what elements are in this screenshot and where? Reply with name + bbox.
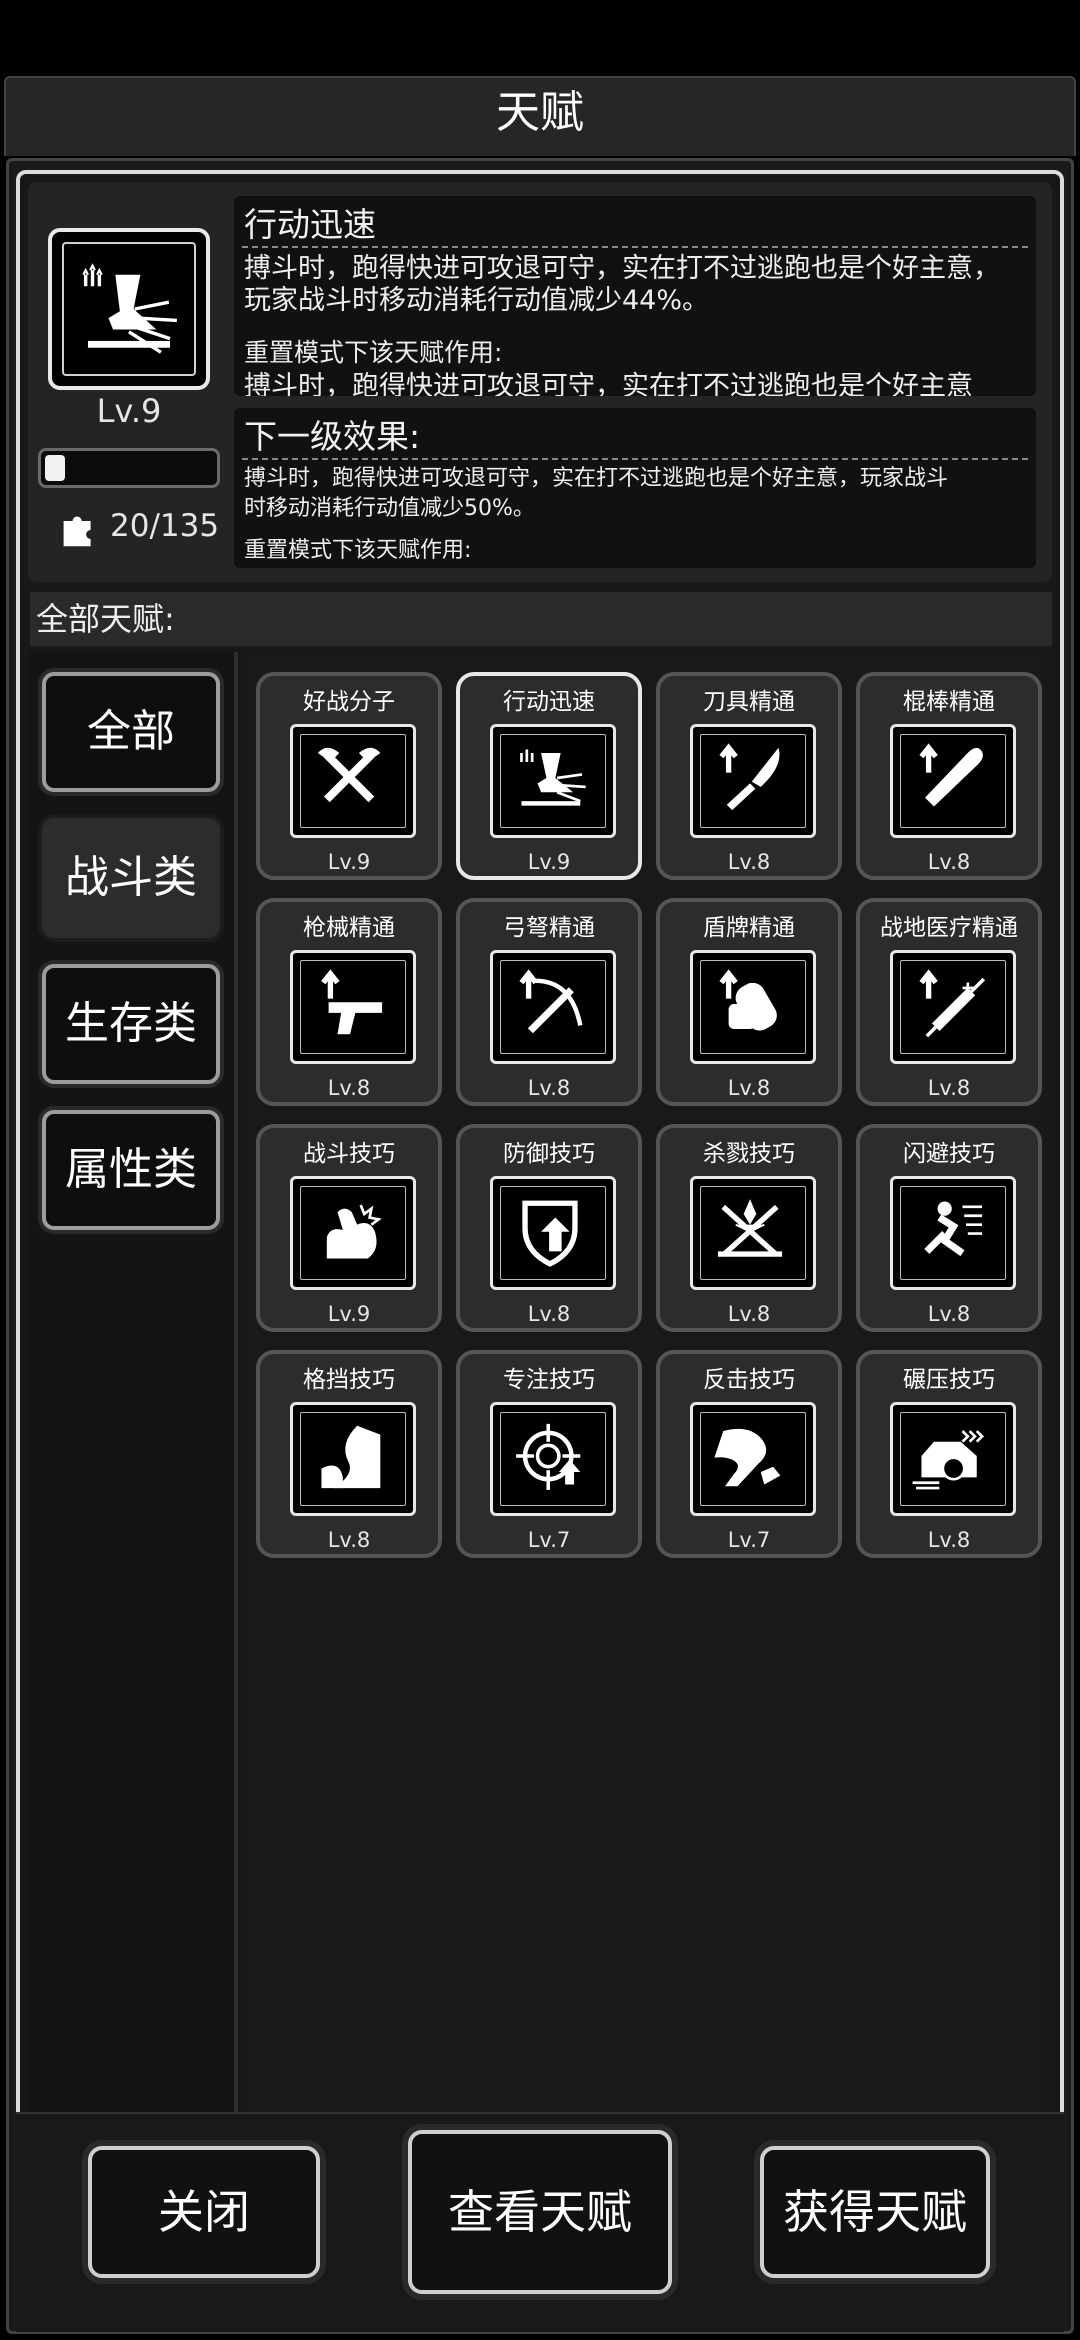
club-upgrade-icon (890, 724, 1016, 838)
tab-survival[interactable]: 生存类 (42, 964, 220, 1084)
obtain-talent-button[interactable]: 获得天赋 (760, 2146, 990, 2278)
talent-level: Lv.8 (527, 1302, 571, 1326)
desc-line (244, 322, 1026, 332)
talent-level: Lv.8 (727, 1302, 771, 1326)
talent-level: Lv.8 (927, 850, 971, 874)
next-line (244, 528, 1026, 532)
desc-line: 搏斗时，跑得快进可攻退可守，实在打不过逃跑也是个好主意 (244, 371, 973, 396)
crossbow-upgrade-icon (490, 950, 616, 1064)
crossed-swords-icon (690, 1176, 816, 1290)
talent-description: 行动迅速 搏斗时，跑得快进可攻退可守，实在打不过逃跑也是个好主意， 玩家战斗时移… (234, 196, 1036, 396)
talent-grid: 好战分子 Lv.9 行动迅速 Lv.9 刀具精通 Lv.8 棍棒精通 Lv.8 枪械精通 Lv.8… (244, 652, 1044, 2112)
talent-card[interactable]: 反击技巧 Lv.7 (656, 1350, 842, 1558)
talent-level: Lv.7 (727, 1528, 771, 1552)
next-line: 时移动消耗行动值减少50%。 (244, 496, 535, 521)
talent-name: 战斗技巧 (303, 1141, 395, 1167)
talent-name: 杀戮技巧 (703, 1141, 795, 1167)
talent-card[interactable]: 枪械精通 Lv.8 (256, 898, 442, 1106)
talent-name: 反击技巧 (703, 1367, 795, 1393)
talent-name: 格挡技巧 (303, 1367, 395, 1393)
talent-level: Lv.9 (327, 1302, 371, 1326)
pistol-upgrade-icon (290, 950, 416, 1064)
next-line: 搏斗时，跑得快进可攻退可守，实在打不过逃跑也是个好主意，玩家战斗 (244, 466, 949, 491)
next-level-title: 下一级效果: (244, 417, 421, 456)
talent-name: 行动迅速 (503, 689, 595, 715)
car-crush-icon (890, 1402, 1016, 1516)
talent-card[interactable]: 行动迅速 Lv.9 (456, 672, 642, 880)
talent-progress-fill (45, 455, 65, 481)
desc-line: 搏斗时，跑得快进可攻退可守，实在打不过逃跑也是个好主意， (244, 253, 1000, 284)
window-title: 天赋 (496, 87, 584, 138)
talent-name: 战地医疗精通 (880, 915, 1018, 941)
next-line: 重置模式下该天赋作用: (244, 538, 472, 563)
talent-card[interactable]: 专注技巧 Lv.7 (456, 1350, 642, 1558)
talent-card[interactable]: 刀具精通 Lv.8 (656, 672, 842, 880)
talent-name: 防御技巧 (503, 1141, 595, 1167)
close-button[interactable]: 关闭 (88, 2146, 320, 2278)
talent-card[interactable]: 防御技巧 Lv.8 (456, 1124, 642, 1332)
desc-line: 玩家战斗时移动消耗行动值减少44%。 (244, 285, 710, 316)
talent-name: 碾压技巧 (903, 1367, 995, 1393)
talent-name: 枪械精通 (303, 915, 395, 941)
talent-level: Lv.8 (327, 1076, 371, 1100)
talent-level: Lv.8 (527, 1076, 571, 1100)
flexed-arm-icon (290, 1176, 416, 1290)
tab-all[interactable]: 全部 (42, 672, 220, 792)
talent-card[interactable]: 杀戮技巧 Lv.8 (656, 1124, 842, 1332)
talent-progress-bar (38, 448, 220, 488)
dodge-icon (890, 1176, 1016, 1290)
counter-arm-icon (690, 1402, 816, 1516)
talent-card[interactable]: 棍棒精通 Lv.8 (856, 672, 1042, 880)
talent-name: 专注技巧 (503, 1367, 595, 1393)
talent-card[interactable]: 战地医疗精通 Lv.8 (856, 898, 1042, 1106)
shield-upgrade-icon (690, 950, 816, 1064)
talent-name: 闪避技巧 (903, 1141, 995, 1167)
tab-attribute[interactable]: 属性类 (42, 1110, 220, 1230)
running-foot-icon (490, 724, 616, 838)
talent-name: 刀具精通 (703, 689, 795, 715)
next-level-effect: 下一级效果: 搏斗时，跑得快进可攻退可守，实在打不过逃跑也是个好主意，玩家战斗 … (234, 408, 1036, 568)
talent-name: 弓弩精通 (503, 915, 595, 941)
block-icon (290, 1402, 416, 1516)
crossed-axes-icon (290, 724, 416, 838)
talent-card[interactable]: 闪避技巧 Lv.8 (856, 1124, 1042, 1332)
section-label: 全部天赋: (30, 592, 1052, 646)
selected-talent-icon (48, 228, 210, 390)
talent-card[interactable]: 战斗技巧 Lv.9 (256, 1124, 442, 1332)
running-foot-icon (82, 263, 177, 354)
knife-upgrade-icon (690, 724, 816, 838)
crosshair-up-icon (490, 1402, 616, 1516)
puzzle-piece-icon (63, 516, 91, 547)
talent-level: Lv.8 (927, 1302, 971, 1326)
talent-level: Lv.9 (327, 850, 371, 874)
talent-name: 棍棒精通 (903, 689, 995, 715)
talent-card[interactable]: 碾压技巧 Lv.8 (856, 1350, 1042, 1558)
talent-card[interactable]: 好战分子 Lv.9 (256, 672, 442, 880)
defense-up-icon (490, 1176, 616, 1290)
pieces-count: 20/135 (110, 508, 220, 544)
talent-level: Lv.9 (527, 850, 571, 874)
category-sidebar: 全部 战斗类 生存类 属性类 (28, 652, 238, 2112)
selected-talent-level: Lv.9 (96, 392, 162, 430)
view-talent-button[interactable]: 查看天赋 (408, 2130, 672, 2294)
talent-level: Lv.8 (727, 850, 771, 874)
desc-line: 重置模式下该天赋作用: (244, 338, 503, 367)
talent-level: Lv.7 (527, 1528, 571, 1552)
talent-card[interactable]: 弓弩精通 Lv.8 (456, 898, 642, 1106)
tab-combat[interactable]: 战斗类 (42, 818, 220, 938)
talent-card[interactable]: 盾牌精通 Lv.8 (656, 898, 842, 1106)
talent-level: Lv.8 (727, 1076, 771, 1100)
talent-level: Lv.8 (927, 1076, 971, 1100)
syringe-upgrade-icon (890, 950, 1016, 1064)
talent-name: 好战分子 (303, 689, 395, 715)
talent-level: Lv.8 (927, 1528, 971, 1552)
talent-name: 行动迅速 (244, 205, 376, 244)
talent-level: Lv.8 (327, 1528, 371, 1552)
talent-name: 盾牌精通 (703, 915, 795, 941)
talent-card[interactable]: 格挡技巧 Lv.8 (256, 1350, 442, 1558)
talent-pieces: 20/135 (60, 508, 220, 552)
